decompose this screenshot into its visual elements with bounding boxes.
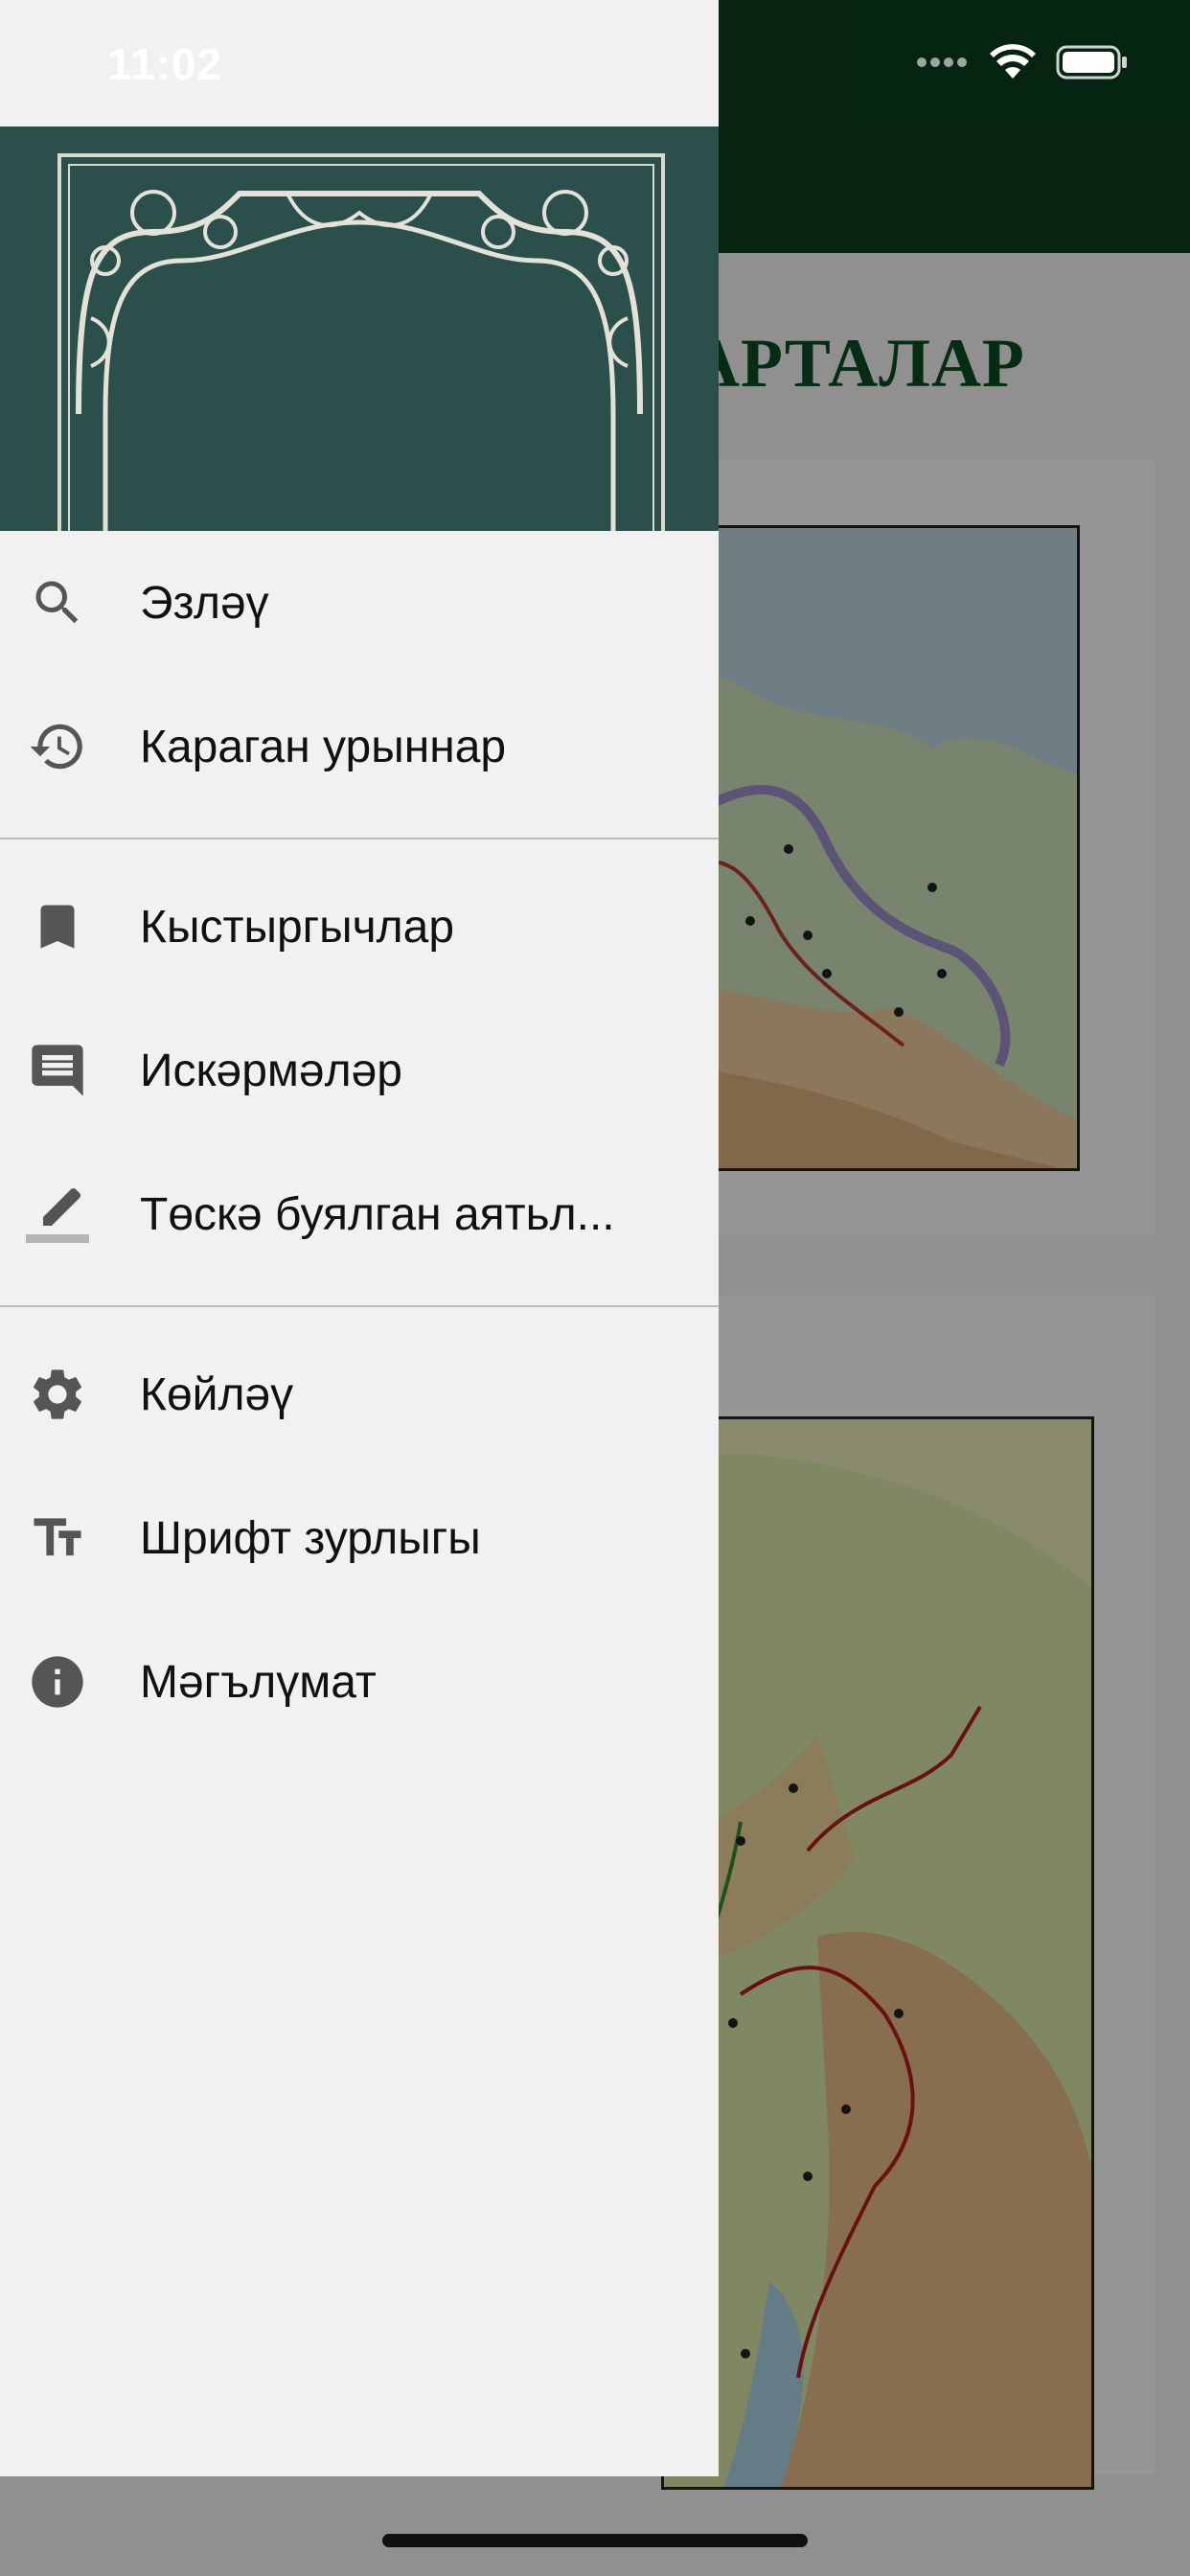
- menu-item-font-size[interactable]: Шрифт зурлыгы: [0, 1466, 719, 1610]
- font-size-icon: [23, 1504, 92, 1573]
- signal-icon: [916, 56, 970, 74]
- search-icon: [23, 568, 92, 637]
- menu-item-label: Шрифт зурлыгы: [140, 1512, 481, 1564]
- menu-item-highlights[interactable]: Төскә буялган аятьл...: [0, 1142, 719, 1286]
- status-time: 11:02: [107, 39, 223, 89]
- home-indicator[interactable]: [382, 2534, 808, 2547]
- gear-icon: [23, 1360, 92, 1429]
- menu-item-label: Көйләү: [140, 1368, 294, 1420]
- menu-item-label: Мәгълүмат: [140, 1656, 377, 1708]
- menu-item-label: Кыстыргычлар: [140, 901, 455, 953]
- menu-item-label: Караган урыннар: [140, 721, 507, 772]
- history-icon: [23, 712, 92, 781]
- battery-icon: [1056, 44, 1129, 85]
- status-icons: [916, 44, 1129, 85]
- menu-item-bookmarks[interactable]: Кыстыргычлар: [0, 855, 719, 999]
- highlight-pen-icon: [23, 1180, 92, 1249]
- status-bar: 11:02: [0, 0, 1190, 126]
- menu-item-about[interactable]: Мәгълүмат: [0, 1610, 719, 1754]
- menu-item-settings[interactable]: Көйләү: [0, 1322, 719, 1466]
- info-icon: [23, 1647, 92, 1716]
- book-cover-image: [0, 126, 719, 531]
- menu-item-search[interactable]: Эзләү: [0, 531, 719, 675]
- bookmark-icon: [23, 892, 92, 961]
- menu-divider: [0, 838, 719, 840]
- wifi-icon: [989, 44, 1037, 85]
- drawer-menu: Эзләү Караган урыннар Кыстыргычлар Искәр…: [0, 531, 719, 1754]
- menu-item-history[interactable]: Караган урыннар: [0, 675, 719, 818]
- menu-item-notes[interactable]: Искәрмәләр: [0, 999, 719, 1142]
- note-icon: [23, 1036, 92, 1105]
- menu-item-label: Эзләү: [140, 577, 269, 629]
- menu-divider: [0, 1305, 719, 1307]
- navigation-drawer: Эзләү Караган урыннар Кыстыргычлар Искәр…: [0, 0, 719, 2476]
- menu-item-label: Искәрмәләр: [140, 1045, 402, 1096]
- menu-item-label: Төскә буялган аятьл...: [140, 1188, 615, 1240]
